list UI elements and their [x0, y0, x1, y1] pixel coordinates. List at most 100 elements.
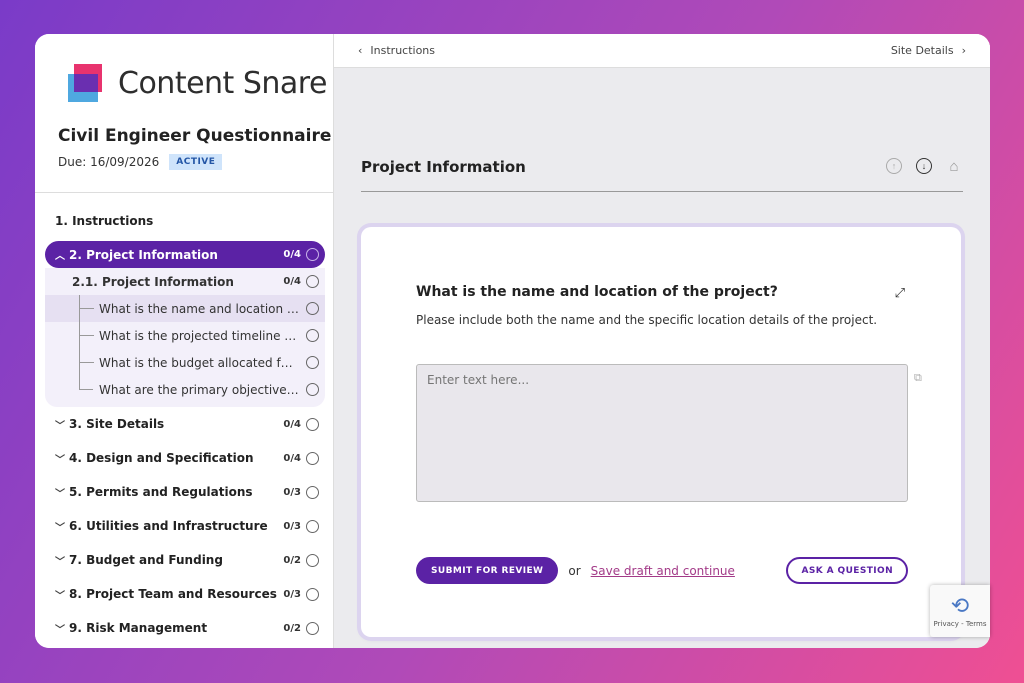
sidebar-divider [35, 192, 333, 193]
sidebar-item-label: 5. Permits and Regulations [69, 485, 253, 499]
logo-icon [68, 64, 104, 102]
progress-count: 0/2 [283, 554, 301, 566]
sidebar-item-permits[interactable]: ﹀ 5. Permits and Regulations 0/3 [45, 475, 325, 509]
chevron-down-icon: ﹀ [55, 624, 65, 636]
due-date: Due: 16/09/2026 [58, 155, 160, 169]
progress-count: 0/3 [283, 588, 301, 600]
tree-line [79, 376, 93, 390]
status-circle-icon [306, 302, 319, 315]
chevron-down-icon: ﹀ [55, 454, 65, 466]
progress-count: 0/3 [283, 520, 301, 532]
chevron-down-icon: ﹀ [55, 488, 65, 500]
chevron-down-icon: ﹀ [55, 420, 65, 432]
sidebar-item-instructions[interactable]: 1. Instructions [45, 204, 325, 238]
status-circle-icon [306, 587, 319, 601]
progress-count: 0/4 [283, 418, 301, 430]
tree-line [79, 295, 94, 322]
status-circle-icon [306, 275, 319, 288]
save-draft-link[interactable]: Save draft and continue [591, 564, 735, 578]
section-toolbar: ↑ ↓ ⌂ [886, 158, 962, 175]
status-circle-icon [306, 383, 319, 396]
main-content: ‹ Instructions Site Details › Project In… [334, 34, 990, 648]
tree-line [79, 322, 94, 349]
question-item-label: What is the budget allocated for t... [99, 355, 299, 370]
status-circle-icon [306, 248, 319, 261]
question-item[interactable]: What are the primary objectives of... [45, 376, 325, 403]
section-nav: 1. Instructions ︿ 2. Project Information… [45, 204, 325, 645]
sidebar-item-label: 4. Design and Specification [69, 451, 254, 465]
recaptcha-icon: ⟲ [950, 592, 970, 618]
status-circle-icon [306, 417, 319, 431]
submit-for-review-button[interactable]: SUBMIT FOR REVIEW [416, 557, 559, 584]
status-circle-icon [306, 329, 319, 342]
next-page-link[interactable]: Site Details › [891, 44, 966, 57]
sidebar-item-label: 3. Site Details [69, 417, 165, 431]
sidebar-item-site-details[interactable]: ﹀ 3. Site Details 0/4 [45, 407, 325, 441]
answer-textarea[interactable] [416, 364, 908, 502]
progress-count: 0/4 [283, 276, 301, 287]
chevron-down-icon: ﹀ [55, 556, 65, 568]
question-description: Please include both the name and the spe… [416, 313, 878, 327]
recaptcha-badge[interactable]: ⟲ Privacy - Terms [930, 585, 990, 637]
status-badge: ACTIVE [169, 154, 223, 170]
question-card: What is the name and location of the pro… [361, 227, 961, 637]
prev-page-label: Instructions [370, 44, 436, 57]
sidebar: Content Snare Civil Engineer Questionnai… [35, 34, 334, 648]
sidebar-item-label: 7. Budget and Funding [69, 553, 223, 567]
arrow-down-icon[interactable]: ↓ [916, 158, 932, 174]
progress-count: 0/3 [283, 486, 301, 498]
subsection-group: 2.1. Project Information 0/4 What is the… [45, 268, 325, 407]
status-circle-icon [306, 621, 319, 635]
expand-icon[interactable]: ⤢ [895, 285, 905, 301]
subsection-label: 2.1. Project Information [72, 274, 234, 289]
chevron-up-icon: ︿ [55, 251, 65, 262]
sidebar-item-project-information[interactable]: ︿ 2. Project Information 0/4 [45, 241, 325, 268]
sidebar-item-label: 6. Utilities and Infrastructure [69, 519, 268, 533]
brand-name: Content Snare [118, 65, 327, 101]
chevron-down-icon: ﹀ [55, 590, 65, 602]
progress-count: 0/4 [283, 249, 301, 260]
or-text: or [568, 563, 581, 578]
chevron-left-icon: ‹ [358, 44, 363, 57]
status-circle-icon [306, 451, 319, 465]
brand-logo: Content Snare [68, 64, 327, 102]
page-nav-bar: ‹ Instructions Site Details › [334, 34, 990, 68]
copy-icon[interactable]: ⧉ [914, 372, 922, 385]
sidebar-item-budget[interactable]: ﹀ 7. Budget and Funding 0/2 [45, 543, 325, 577]
section-divider [361, 191, 963, 192]
sidebar-item-label: 8. Project Team and Resources [69, 587, 277, 601]
chevron-down-icon: ﹀ [55, 522, 65, 534]
question-item-label: What are the primary objectives of... [99, 382, 299, 397]
status-circle-icon [306, 519, 319, 533]
next-page-label: Site Details [890, 44, 954, 57]
recaptcha-text: Privacy - Terms [933, 619, 987, 628]
status-circle-icon [306, 485, 319, 499]
sidebar-item-design[interactable]: ﹀ 4. Design and Specification 0/4 [45, 441, 325, 475]
question-item-label: What is the projected timeline for ... [99, 328, 299, 343]
question-item[interactable]: What is the name and location of t... [45, 295, 325, 322]
chevron-right-icon: › [961, 44, 966, 57]
arrow-up-icon[interactable]: ↑ [886, 158, 902, 174]
question-actions: SUBMIT FOR REVIEW or Save draft and cont… [416, 557, 908, 584]
sidebar-item-utilities[interactable]: ﹀ 6. Utilities and Infrastructure 0/3 [45, 509, 325, 543]
sidebar-item-label: 9. Risk Management [69, 621, 208, 635]
status-circle-icon [306, 553, 319, 567]
question-heading: What is the name and location of the pro… [416, 284, 778, 300]
app-window: Content Snare Civil Engineer Questionnai… [35, 34, 990, 648]
question-item-label: What is the name and location of t... [99, 301, 299, 316]
prev-page-link[interactable]: ‹ Instructions [358, 44, 435, 57]
progress-count: 0/2 [283, 622, 301, 634]
questionnaire-title: Civil Engineer Questionnaire [58, 126, 332, 146]
sidebar-item-project-team[interactable]: ﹀ 8. Project Team and Resources 0/3 [45, 577, 325, 611]
due-row: Due: 16/09/2026 ACTIVE [58, 154, 223, 170]
question-item[interactable]: What is the budget allocated for t... [45, 349, 325, 376]
question-item[interactable]: What is the projected timeline for ... [45, 322, 325, 349]
progress-count: 0/4 [283, 452, 301, 464]
sidebar-item-risk-management[interactable]: ﹀ 9. Risk Management 0/2 [45, 611, 325, 645]
subsection-item[interactable]: 2.1. Project Information 0/4 [45, 268, 325, 295]
ask-question-button[interactable]: ASK A QUESTION [786, 557, 908, 584]
status-circle-icon [306, 356, 319, 369]
sidebar-item-label: 2. Project Information [69, 247, 218, 262]
home-icon[interactable]: ⌂ [946, 158, 962, 175]
tree-line [79, 349, 94, 376]
